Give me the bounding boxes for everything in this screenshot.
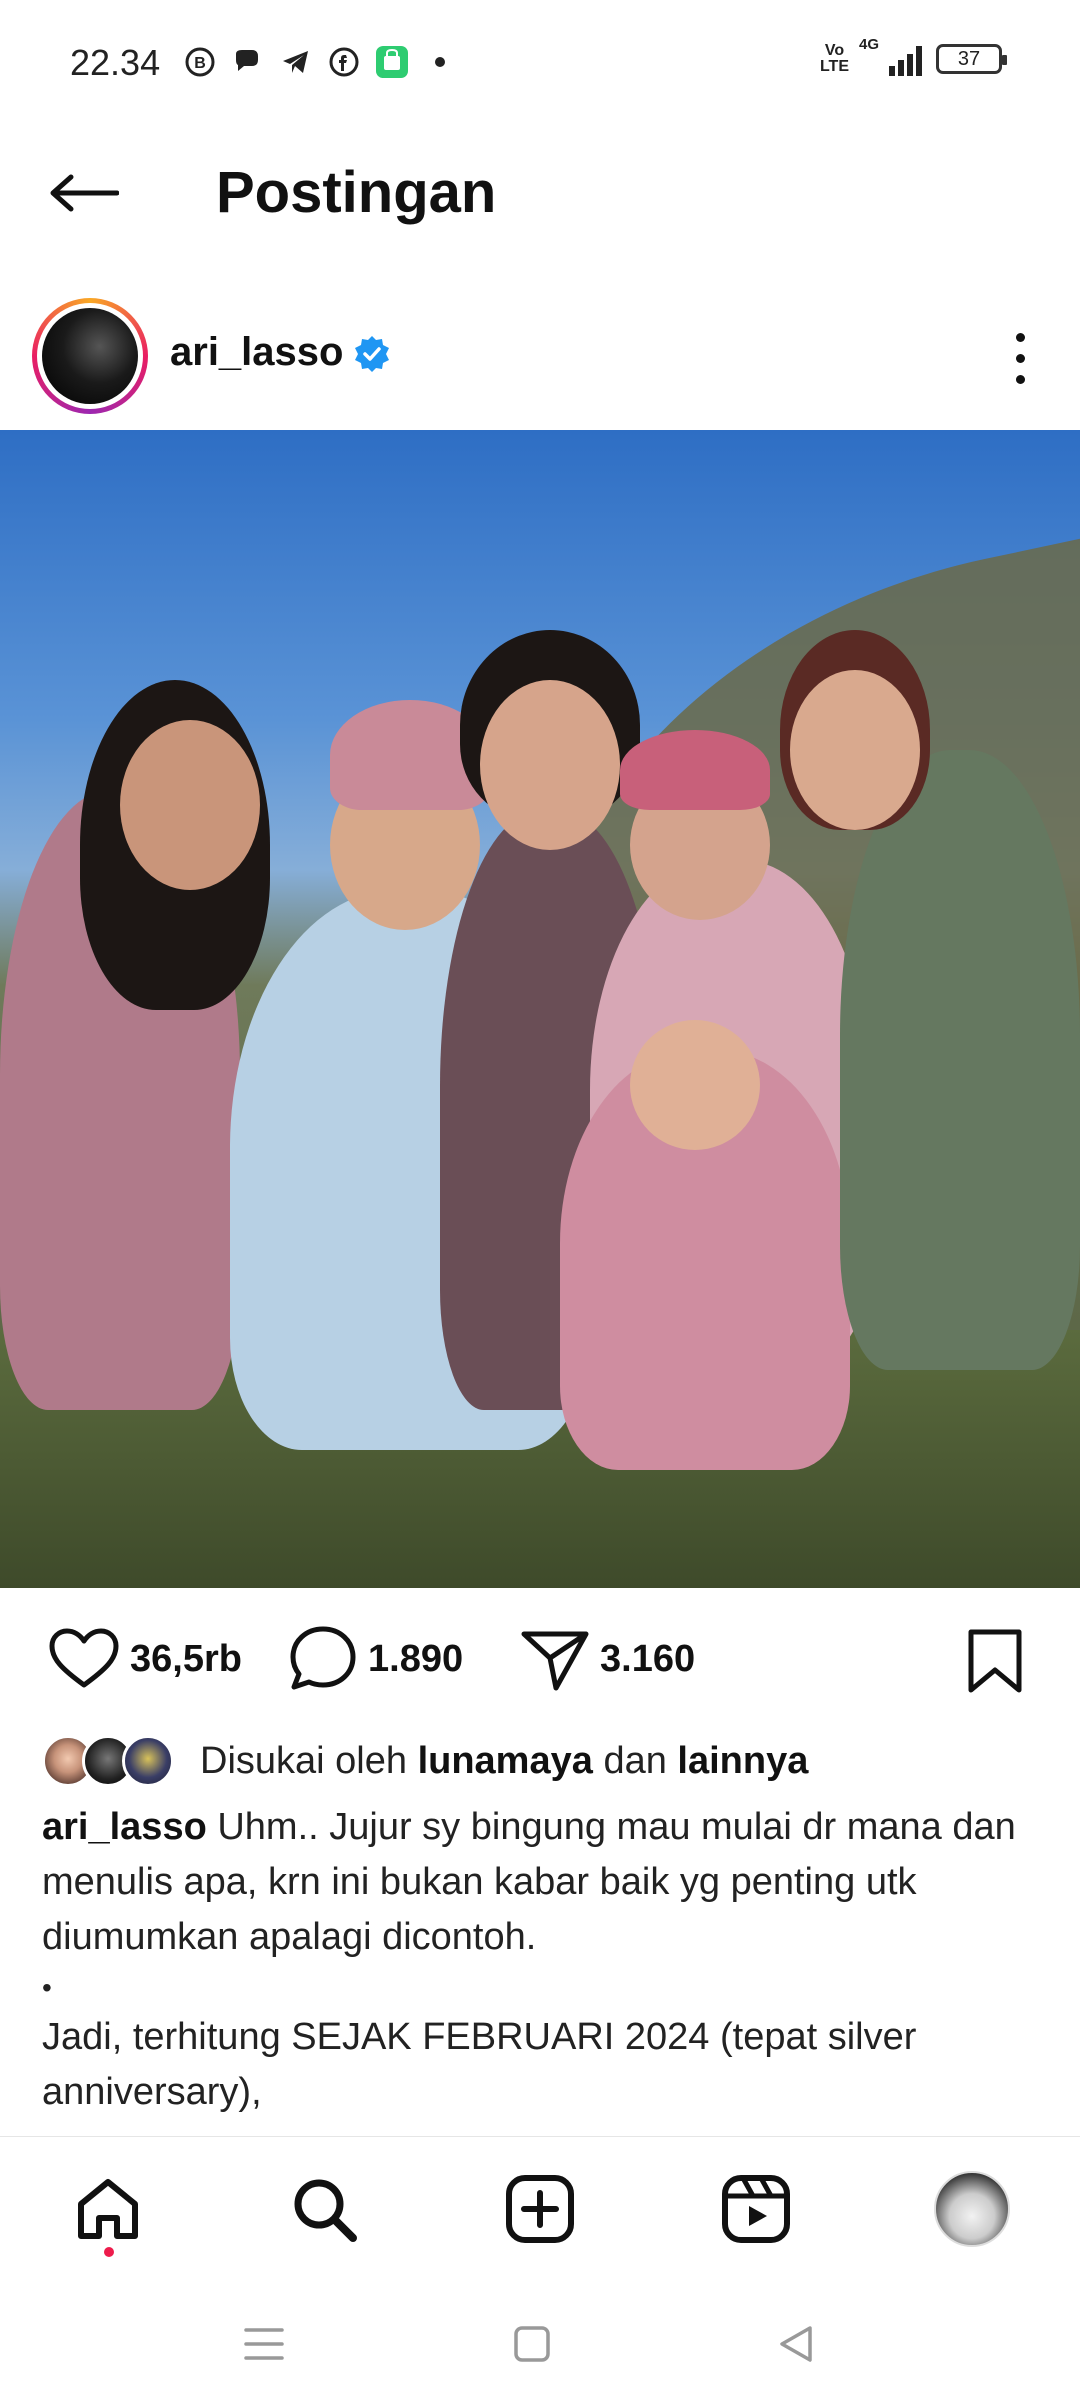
menu-icon xyxy=(244,2328,284,2360)
volte-top: Vo xyxy=(824,42,845,59)
recent-apps-button[interactable] xyxy=(234,2314,294,2374)
post-caption: ari_lasso Uhm.. Jujur sy bingung mau mul… xyxy=(42,1800,1042,2120)
battery-level: 37 xyxy=(957,47,981,70)
volte-indicator: Vo LTE xyxy=(820,43,849,75)
likes-count: 36,5rb xyxy=(130,1637,242,1680)
system-status: Vo LTE 4G 37 xyxy=(820,36,1007,76)
shares-count: 3.160 xyxy=(600,1637,696,1680)
reels-icon xyxy=(722,2175,790,2243)
arrow-left-icon xyxy=(50,174,119,212)
heart-icon xyxy=(49,1628,119,1688)
nav-reels[interactable] xyxy=(716,2169,796,2249)
nav-search[interactable] xyxy=(284,2169,364,2249)
comments-count: 1.890 xyxy=(368,1637,464,1680)
network-type: 4G xyxy=(859,36,880,53)
liked-by-prefix: Disukai oleh xyxy=(200,1739,407,1782)
app-header: Postingan xyxy=(0,140,1080,250)
author-username[interactable]: ari_lasso xyxy=(170,330,343,375)
profile-icon xyxy=(934,2171,1010,2247)
nav-profile[interactable] xyxy=(932,2169,1012,2249)
triangle-back-icon xyxy=(780,2326,812,2362)
status-bar: 22.34 B Vo LTE 4G 37 xyxy=(0,0,1080,120)
author-avatar-image xyxy=(42,308,138,404)
more-options-button[interactable] xyxy=(990,318,1050,398)
bookmark-icon xyxy=(968,1629,1022,1693)
post-photo[interactable] xyxy=(0,430,1080,1588)
signal-icon: 4G xyxy=(859,36,922,76)
more-vertical-icon xyxy=(1015,332,1025,342)
caption-bullet: • xyxy=(42,1972,52,2003)
like-button[interactable]: 36,5rb xyxy=(48,1624,242,1694)
send-icon xyxy=(521,1631,589,1691)
system-navigation xyxy=(0,2276,1080,2400)
add-icon xyxy=(506,2175,574,2243)
more-notifications-dot-icon xyxy=(422,44,458,80)
page-title: Postingan xyxy=(216,160,497,225)
home-system-button[interactable] xyxy=(502,2314,562,2374)
caption-text-2: Jadi, terhitung SEJAK FEBRUARI 2024 (tep… xyxy=(42,2016,917,2113)
search-icon xyxy=(294,2179,357,2242)
facebook-icon xyxy=(326,44,362,80)
telegram-icon xyxy=(278,44,314,80)
nav-create[interactable] xyxy=(500,2169,580,2249)
post-header: ari_lasso xyxy=(0,290,1080,420)
liked-by-text: Disukai oleh lunamaya dan lainnya xyxy=(200,1740,808,1783)
caption-username[interactable]: ari_lasso xyxy=(42,1806,207,1848)
liked-by-user[interactable]: lunamaya xyxy=(418,1740,593,1782)
svg-text:B: B xyxy=(194,55,206,72)
liked-by[interactable]: Disukai oleh lunamaya dan lainnya xyxy=(42,1728,808,1794)
home-icon xyxy=(78,2179,138,2239)
liker-avatars xyxy=(42,1733,192,1789)
liked-by-others[interactable]: lainnya xyxy=(677,1740,808,1782)
back-button[interactable] xyxy=(44,158,124,228)
status-time: 22.34 xyxy=(70,42,161,83)
b-notification-icon: B xyxy=(182,44,218,80)
author-avatar[interactable] xyxy=(32,298,148,414)
save-button[interactable] xyxy=(960,1626,1030,1696)
nav-home[interactable] xyxy=(68,2169,148,2249)
system-back-button[interactable] xyxy=(766,2314,826,2374)
verified-badge-icon xyxy=(355,336,389,372)
liker-avatar xyxy=(122,1735,174,1787)
liked-by-connector: dan xyxy=(603,1739,667,1782)
notification-icons: B xyxy=(182,44,458,80)
chat-bubbles-icon xyxy=(230,44,266,80)
comment-button[interactable]: 1.890 xyxy=(288,1624,463,1694)
battery-icon: 37 xyxy=(936,44,1007,74)
volte-bottom: LTE xyxy=(819,58,849,75)
share-button[interactable]: 3.160 xyxy=(520,1624,695,1694)
square-icon xyxy=(514,2326,550,2362)
home-notification-dot xyxy=(104,2247,114,2257)
store-app-icon xyxy=(374,44,410,80)
post-actions: 36,5rb 1.890 3.160 xyxy=(0,1610,1080,1710)
bottom-navigation xyxy=(0,2136,1080,2276)
comment-icon xyxy=(290,1626,356,1690)
